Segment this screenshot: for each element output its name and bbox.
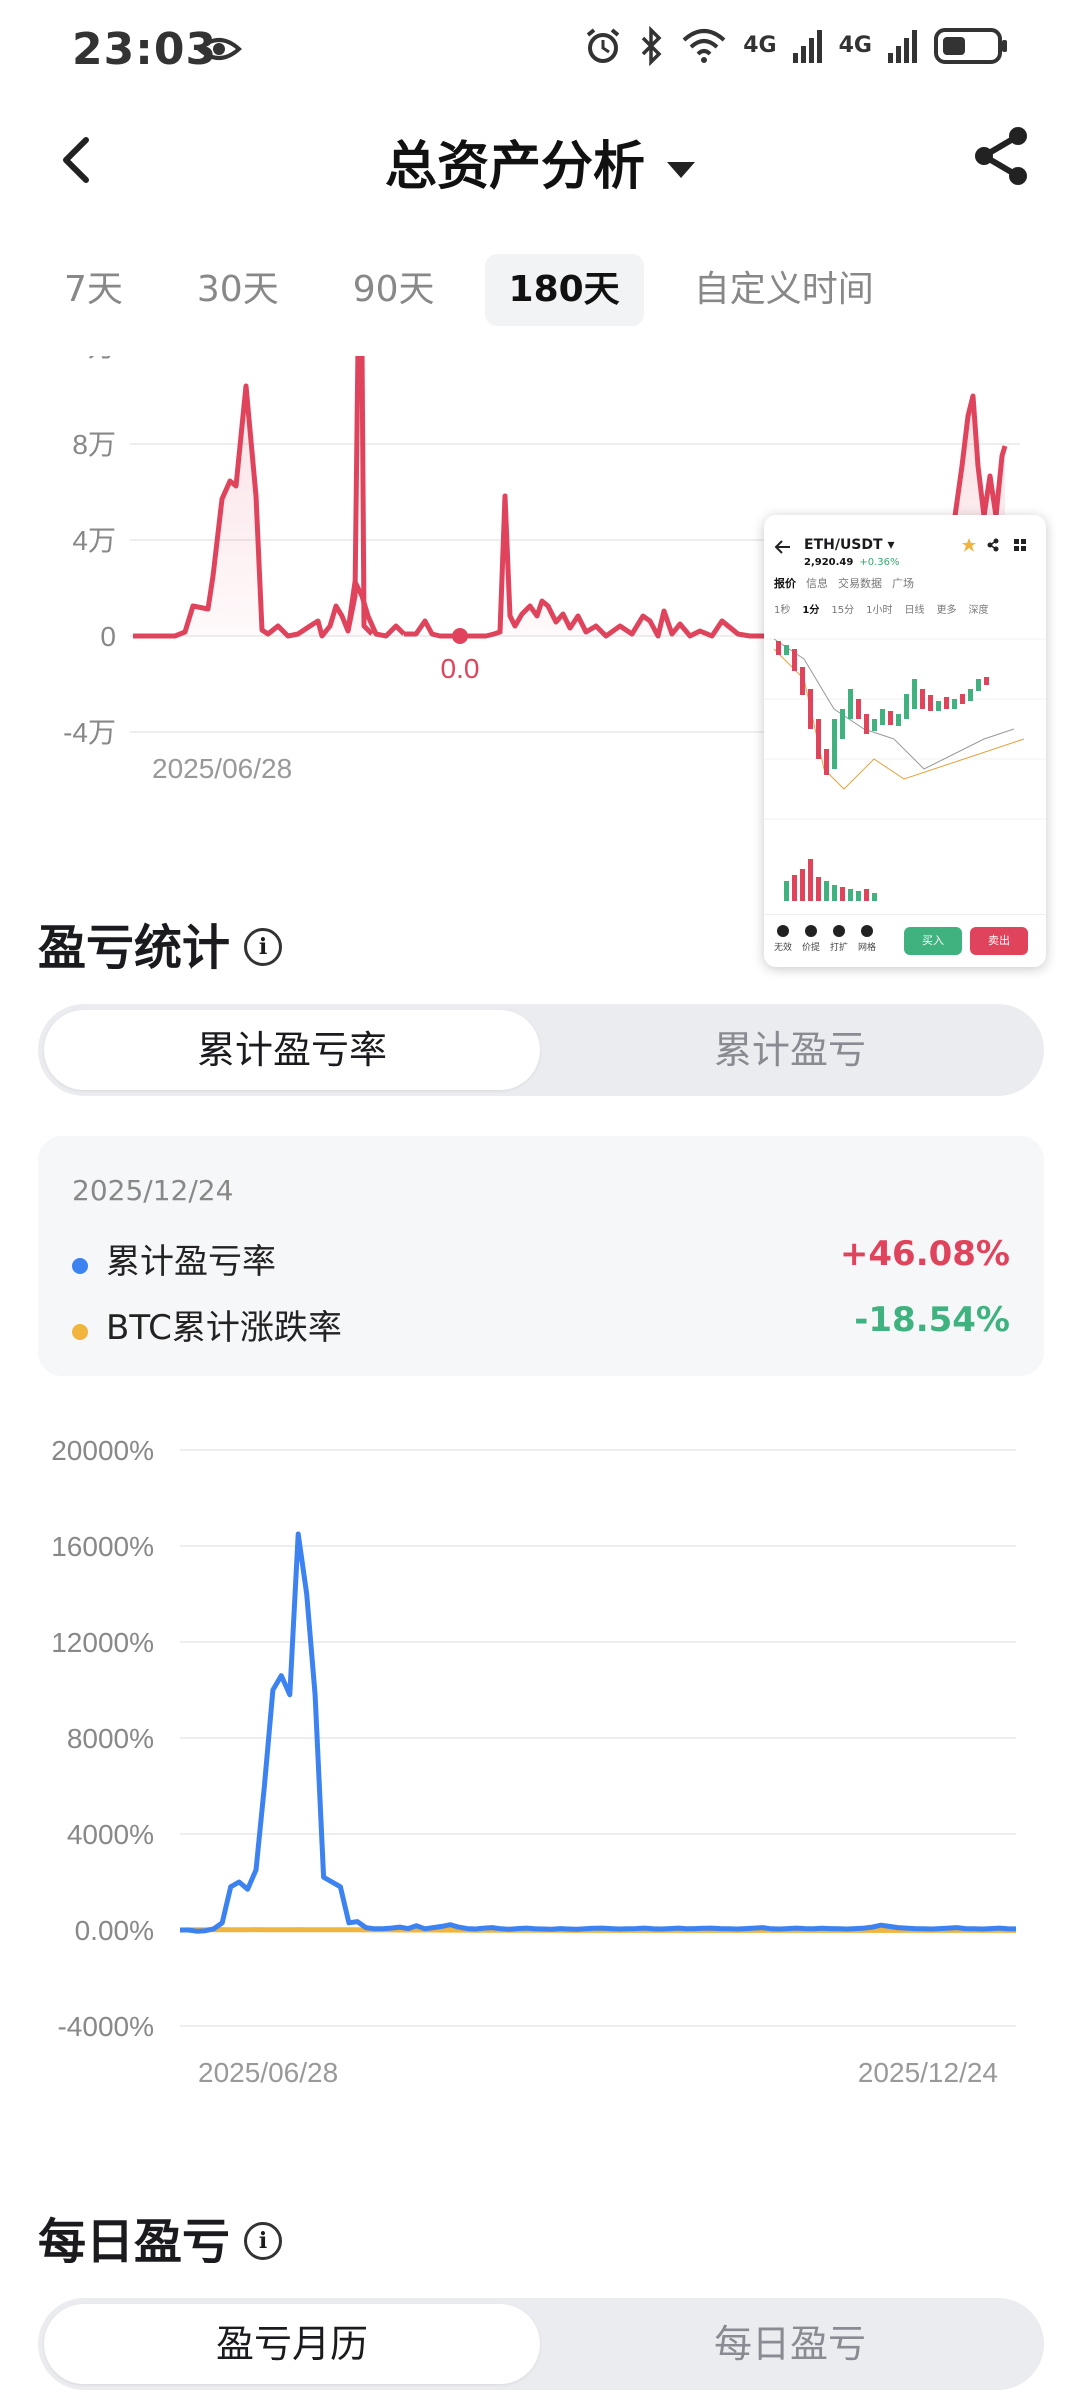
tab-7d[interactable]: 7天 xyxy=(40,254,147,326)
network-type-2: 4G xyxy=(838,33,872,58)
mini-interval-1h[interactable]: 1小时 xyxy=(866,601,892,616)
mini-tab-info[interactable]: 信息 xyxy=(806,575,828,591)
summary-value-btc: -18.54% xyxy=(854,1300,1010,1340)
mini-action-label-2: 打扩 xyxy=(829,943,848,953)
mini-price-change: +0.36% xyxy=(859,557,900,568)
mini-candlestick-chart xyxy=(764,638,1046,901)
y-tick-label: 16000% xyxy=(51,1531,154,1562)
legend-dot-blue xyxy=(72,1257,88,1274)
mini-interval-more[interactable]: 更多 xyxy=(936,601,956,616)
y-tick-label: 12000% xyxy=(51,1627,154,1658)
app-header: 总资产分析 xyxy=(0,110,1080,210)
daily-pnl-title: 每日盈亏 xyxy=(38,2214,231,2270)
summary-row-btc: BTC累计涨跌率 -18.54% xyxy=(72,1300,1010,1350)
daily-mode-segmented: 盈亏月历 每日盈亏 xyxy=(38,2298,1044,2390)
pnl-summary-card: 2025/12/24 累计盈亏率 +46.08% BTC累计涨跌率 -18.54… xyxy=(38,1136,1044,1376)
pnl-stats-title: 盈亏统计 xyxy=(38,920,231,976)
y-tick-label: 8000% xyxy=(67,1723,154,1754)
mini-interval-15m[interactable]: 15分 xyxy=(831,601,854,616)
tab-90d[interactable]: 90天 xyxy=(329,254,459,326)
mini-bottom-bar: 无效 价提 打扩 网格 买入 卖出 xyxy=(764,914,1046,967)
segment-pnl-calendar[interactable]: 盈亏月历 xyxy=(44,2304,540,2384)
info-icon[interactable]: i xyxy=(244,928,283,966)
mini-tabs: 报价 信息 交易数据 广场 xyxy=(774,575,914,591)
cursor-value-label: 0.0 xyxy=(441,653,480,684)
arrow-left-icon[interactable] xyxy=(774,539,792,555)
battery-icon xyxy=(934,28,1007,64)
tab-30d[interactable]: 30天 xyxy=(173,254,303,326)
chevron-down-icon xyxy=(667,162,695,178)
mini-interval-1m[interactable]: 1分 xyxy=(802,601,819,616)
summary-label-rate: 累计盈亏率 xyxy=(106,1242,276,1282)
y-tick-12w: 12万 xyxy=(57,346,116,362)
series-line-pnl-rate xyxy=(180,1531,1017,1934)
status-bar: 23:03 4G 4G xyxy=(0,0,1080,100)
mini-pair-title: ETH/USDT ▾ xyxy=(804,537,895,553)
chart-cursor-dot xyxy=(452,628,468,644)
floating-mini-window[interactable]: ETH/USDT ▾ 2,920.49 +0.36% 报价 信息 交易数据 广场 … xyxy=(764,515,1046,967)
tab-180d[interactable]: 180天 xyxy=(484,254,644,326)
daily-pnl-header: 每日盈亏 i xyxy=(38,2202,283,2272)
legend-dot-yellow xyxy=(72,1323,88,1340)
y-tick-label: 20000% xyxy=(51,1435,154,1466)
mini-price: 2,920.49 +0.36% xyxy=(804,557,900,568)
time-range-tabs: 7天 30天 90天 180天 自定义时间 xyxy=(40,254,924,326)
pnl-rate-chart[interactable]: 20000%16000%12000%8000%4000%0.00%-4000% … xyxy=(0,1410,1080,2110)
wifi-icon xyxy=(682,29,726,63)
summary-row-rate: 累计盈亏率 +46.08% xyxy=(72,1234,1010,1284)
mini-toolbar-icons xyxy=(962,538,1026,552)
segment-cumulative-pnl[interactable]: 累计盈亏 xyxy=(542,1010,1038,1090)
mini-interval-1s[interactable]: 1秒 xyxy=(774,601,790,616)
page-title: 总资产分析 xyxy=(384,137,645,197)
x-tick-label: 2025/06/28 xyxy=(198,2057,338,2088)
signal-icon-2 xyxy=(888,30,917,63)
mini-tab-quote[interactable]: 报价 xyxy=(774,575,796,591)
y-tick-neg4w: -4万 xyxy=(63,717,116,748)
y-tick-8w: 8万 xyxy=(72,429,116,460)
mini-tab-square[interactable]: 广场 xyxy=(892,575,914,591)
pnl-mode-segmented: 累计盈亏率 累计盈亏 xyxy=(38,1004,1044,1096)
network-4g-label-1: 4G xyxy=(743,35,776,57)
mini-interval-depth[interactable]: 深度 xyxy=(968,601,988,616)
alarm-icon xyxy=(586,28,620,63)
eye-icon xyxy=(196,38,242,60)
share-icon[interactable] xyxy=(970,124,1034,188)
mini-action-label-1: 价提 xyxy=(801,943,820,953)
x-tick-start: 2025/06/28 xyxy=(152,753,292,784)
summary-value-rate: +46.08% xyxy=(839,1234,1010,1274)
mini-action-0[interactable]: 无效 xyxy=(770,925,796,953)
mini-price-value: 2,920.49 xyxy=(804,557,854,568)
network-type-1: 4G xyxy=(743,33,777,58)
y-tick-0: 0 xyxy=(100,621,116,652)
bluetooth-icon xyxy=(642,26,662,66)
summary-label-btc: BTC累计涨跌率 xyxy=(106,1308,342,1348)
segment-cumulative-rate[interactable]: 累计盈亏率 xyxy=(44,1010,540,1090)
y-tick-label: -4000% xyxy=(57,2011,154,2042)
pnl-stats-header: 盈亏统计 i xyxy=(38,908,283,978)
mini-tab-trade-data[interactable]: 交易数据 xyxy=(838,575,882,591)
summary-date: 2025/12/24 xyxy=(72,1174,234,1207)
mini-pair: ETH/USDT xyxy=(804,537,883,553)
info-icon-2[interactable]: i xyxy=(244,2222,283,2260)
mini-action-label-0: 无效 xyxy=(773,943,792,953)
x-tick-label: 2025/12/24 xyxy=(858,2057,998,2088)
mini-sell-button[interactable]: 卖出 xyxy=(970,927,1028,955)
mini-interval-1d[interactable]: 日线 xyxy=(904,601,924,616)
y-tick-4w: 4万 xyxy=(72,525,116,556)
network-4g-label-2: 4G xyxy=(839,35,872,57)
mini-action-2[interactable]: 打扩 xyxy=(826,925,852,953)
mini-intervals: 1秒 1分 15分 1小时 日线 更多 深度 xyxy=(774,601,988,616)
y-tick-label: 0.00% xyxy=(75,1915,154,1946)
signal-icon xyxy=(792,30,822,63)
mini-action-label-3: 网格 xyxy=(857,943,876,953)
y-tick-label: 4000% xyxy=(67,1819,154,1850)
mini-buy-button[interactable]: 买入 xyxy=(904,927,962,955)
mini-action-3[interactable]: 网格 xyxy=(854,925,880,953)
segment-daily-pnl[interactable]: 每日盈亏 xyxy=(542,2304,1038,2384)
tab-custom-range[interactable]: 自定义时间 xyxy=(670,254,898,326)
mini-action-1[interactable]: 价提 xyxy=(798,925,824,953)
page-title-dropdown[interactable]: 总资产分析 xyxy=(0,124,1080,199)
